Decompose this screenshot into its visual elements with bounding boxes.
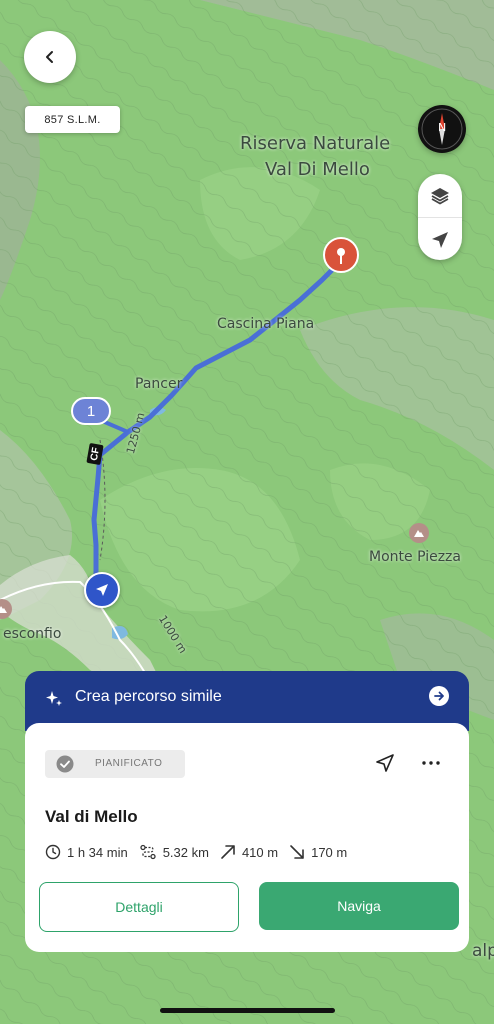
- compass-button[interactable]: N: [418, 105, 466, 153]
- arrow-down-right-icon: [290, 845, 304, 859]
- arrow-right-icon: [434, 691, 444, 701]
- map-label-reserve-line1: Riserva Naturale: [240, 133, 391, 154]
- banner-title: Crea percorso simile: [75, 688, 222, 705]
- banner-arrow-button[interactable]: [429, 686, 449, 706]
- ascent-stat: 410 m: [220, 844, 278, 860]
- descent-stat: 170 m: [289, 844, 347, 860]
- details-button[interactable]: Dettagli: [39, 882, 239, 932]
- map-controls-stack: [418, 174, 462, 260]
- layers-button[interactable]: [418, 174, 462, 217]
- navigation-arrow-icon: [96, 584, 108, 596]
- duration-value: 1 h 34 min: [67, 844, 128, 860]
- descent-value: 170 m: [311, 844, 348, 860]
- waypoint-marker[interactable]: 1: [71, 397, 111, 425]
- mountain-peak-icon: [409, 523, 429, 543]
- duration-stat: 1 h 34 min: [45, 844, 128, 860]
- route-name: Val di Mello: [45, 807, 138, 826]
- map-label-reserve-line2: Val Di Mello: [265, 159, 370, 180]
- back-button[interactable]: [24, 31, 76, 83]
- compass-north-letter: N: [438, 121, 447, 134]
- more-options-icon[interactable]: [422, 761, 440, 765]
- similar-route-banner[interactable]: Crea percorso simile: [25, 671, 469, 731]
- map-label-alp: alp: [472, 941, 494, 961]
- navigate-button[interactable]: Naviga: [259, 882, 459, 930]
- ascent-value: 410 m: [241, 844, 279, 860]
- sparkle-icon: [46, 691, 62, 706]
- user-location-marker: [84, 572, 120, 608]
- location-arrow-icon: [432, 231, 448, 248]
- map-label-monte-piezza: Monte Piezza: [369, 549, 461, 565]
- route-stats: 1 h 34 min 5.32 km 410 m 170 m: [45, 843, 358, 861]
- status-badge-label: PIANIFICATO: [95, 758, 163, 769]
- distance-stat: 5.32 km: [139, 844, 209, 860]
- chevron-left-icon: [46, 51, 53, 63]
- destination-pin-icon[interactable]: [322, 236, 360, 276]
- route-distance-icon: [140, 844, 156, 860]
- home-indicator[interactable]: [160, 1008, 335, 1013]
- map-label-cascina-piana: Cascina Piana: [217, 316, 315, 332]
- route-card: PIANIFICATO Val di Mello 1 h 34 min 5.32…: [25, 723, 469, 952]
- arrow-up-right-icon: [221, 845, 235, 859]
- clock-icon: [45, 844, 61, 860]
- check-circle-icon: [56, 755, 74, 773]
- share-send-icon[interactable]: [375, 753, 395, 773]
- status-badge: PIANIFICATO: [45, 750, 185, 778]
- map-label-town: esconfio: [3, 626, 62, 642]
- locate-button[interactable]: [418, 217, 462, 260]
- elevation-badge: 857 S.L.M.: [25, 106, 120, 133]
- map-label-pancer: Pancer: [135, 376, 183, 392]
- distance-value: 5.32 km: [162, 844, 209, 860]
- layers-icon: [431, 187, 449, 205]
